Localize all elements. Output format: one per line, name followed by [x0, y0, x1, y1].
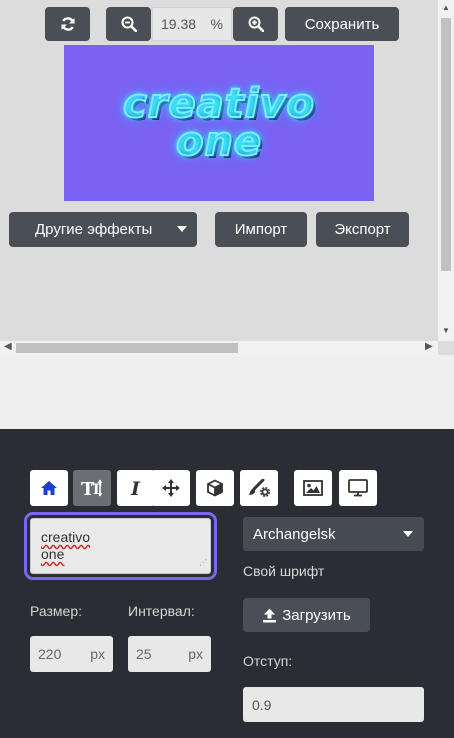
text-input-line1: creativo — [41, 529, 91, 545]
save-button[interactable]: Сохранить — [285, 7, 399, 41]
move-icon — [162, 479, 180, 497]
interval-value: 25 — [136, 646, 152, 662]
custom-font-label: Свой шрифт — [243, 563, 325, 579]
zoom-in-icon — [248, 16, 264, 32]
text-input[interactable]: creativo one ⋰ — [30, 518, 211, 574]
image-icon — [303, 480, 323, 496]
svg-text:I: I — [130, 479, 141, 497]
chevron-down-icon — [403, 531, 413, 537]
font-select[interactable]: Archangelsk — [243, 517, 424, 551]
font-select-value: Archangelsk — [253, 525, 336, 543]
tab-colors[interactable] — [240, 470, 278, 506]
upload-icon — [263, 608, 277, 622]
zoom-in-button[interactable] — [233, 7, 278, 41]
scroll-down-icon[interactable]: ▼ — [442, 326, 450, 335]
scroll-corner — [438, 341, 454, 355]
text-size-icon: T T — [81, 479, 103, 498]
text-canvas[interactable]: creativo one — [64, 45, 374, 201]
zoom-unit: % — [210, 16, 223, 32]
upload-font-button[interactable]: Загрузить — [243, 598, 370, 632]
zoom-out-button[interactable] — [106, 7, 151, 41]
home-icon — [41, 481, 57, 495]
horizontal-scroll-thumb[interactable] — [16, 343, 238, 353]
scroll-right-icon[interactable]: ▶ — [425, 341, 433, 352]
import-button[interactable]: Импорт — [215, 212, 307, 247]
canvas-text-line1: creativo — [122, 81, 315, 127]
text-input-line2: one — [41, 546, 65, 562]
zoom-value: 19.38 — [161, 16, 197, 32]
other-effects-dropdown[interactable]: Другие эффекты — [9, 212, 197, 247]
refresh-button[interactable] — [45, 7, 90, 41]
tab-3d[interactable] — [196, 470, 234, 506]
vertical-scroll-thumb[interactable] — [441, 18, 451, 271]
interval-unit: px — [188, 646, 203, 662]
zoom-field[interactable]: 19.38 % — [152, 7, 232, 41]
offset-value: 0.9 — [252, 696, 272, 713]
refresh-icon — [61, 17, 74, 31]
offset-input[interactable]: 0.9 — [243, 687, 424, 722]
interval-input[interactable]: 25 px — [128, 636, 211, 672]
size-input[interactable]: 220 px — [30, 636, 113, 672]
settings-panel: T T I creativo one ⋰ Archangelsk Свой шр… — [0, 429, 454, 738]
canvas-text-line2: one — [175, 119, 263, 165]
tab-home[interactable] — [30, 470, 68, 506]
size-unit: px — [90, 646, 105, 662]
tab-background[interactable] — [294, 470, 332, 506]
scroll-up-icon[interactable]: ▲ — [442, 3, 450, 12]
upload-font-label: Загрузить — [282, 606, 351, 624]
export-button[interactable]: Экспорт — [316, 212, 409, 247]
size-label: Размер: — [30, 603, 83, 619]
scroll-left-icon[interactable]: ◀ — [4, 341, 12, 352]
paint-brush-icon — [249, 479, 270, 497]
interval-label: Интервал: — [128, 603, 195, 619]
resize-grip-icon[interactable]: ⋰ — [199, 554, 207, 571]
offset-label: Отступ: — [243, 653, 293, 669]
other-effects-label: Другие эффекты — [35, 221, 153, 238]
cube-icon — [207, 479, 223, 497]
preview-area: 19.38 % Сохранить creativo one Другие эф… — [0, 0, 438, 341]
zoom-out-icon — [121, 16, 137, 32]
chevron-down-icon — [177, 226, 187, 232]
text-input-focus-ring: creativo one ⋰ — [24, 512, 217, 580]
tab-italic[interactable]: I — [117, 470, 155, 506]
horizontal-scrollbar[interactable]: ◀ ▶ — [0, 341, 438, 355]
tab-display[interactable] — [339, 470, 377, 506]
tab-text-size[interactable]: T T — [73, 470, 111, 506]
size-value: 220 — [38, 646, 62, 662]
italic-icon: I — [130, 479, 141, 497]
vertical-scrollbar[interactable]: ▲ ▼ — [438, 0, 454, 341]
monitor-icon — [348, 479, 368, 497]
tab-move[interactable] — [152, 470, 190, 506]
